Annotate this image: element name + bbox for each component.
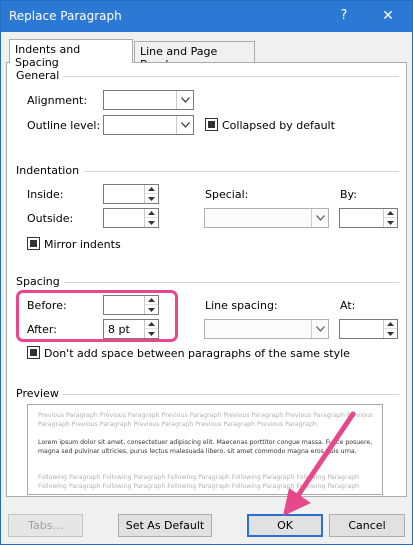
mirror-indents-checkbox[interactable] [27, 237, 40, 250]
spacing-divider [64, 282, 399, 283]
preview-following-paragraph: Following Paragraph Following Paragraph … [38, 474, 360, 490]
preview-sample-paragraph: Lorem ipsum dolor sit amet, consectetuer… [38, 439, 373, 455]
spin-down-icon[interactable] [145, 194, 158, 203]
indentation-heading: Indentation [16, 164, 80, 177]
indeterminate-mark [30, 240, 37, 247]
outside-spinner[interactable] [103, 208, 159, 228]
chevron-down-icon[interactable] [311, 320, 328, 338]
collapsed-by-default-label: Collapsed by default [222, 119, 335, 132]
spin-up-icon[interactable] [384, 320, 397, 329]
by-spinner-buttons [383, 209, 397, 227]
cancel-label: Cancel [348, 519, 386, 532]
tabs-button[interactable]: Tabs... [8, 514, 83, 537]
at-spinner-buttons [383, 320, 397, 338]
after-spinner[interactable]: 8 pt [103, 319, 159, 339]
outline-level-select[interactable] [103, 115, 194, 135]
spin-down-icon[interactable] [384, 329, 397, 338]
tabs-button-label: Tabs... [28, 519, 63, 532]
preview-divider [63, 394, 399, 395]
dont-add-space-checkbox[interactable] [27, 346, 40, 359]
spin-up-icon[interactable] [145, 209, 158, 218]
spin-up-icon[interactable] [384, 209, 397, 218]
inside-spinner[interactable] [103, 184, 159, 204]
inside-spinner-buttons [144, 185, 158, 203]
after-spinner-buttons [144, 320, 158, 338]
indentation-divider [84, 171, 399, 172]
preview-heading: Preview [16, 387, 59, 400]
by-spinner[interactable] [339, 208, 398, 228]
by-label: By: [340, 188, 357, 201]
ok-button[interactable]: OK [247, 514, 323, 537]
set-as-default-button[interactable]: Set As Default [118, 514, 212, 537]
indeterminate-mark [208, 121, 215, 128]
before-label: Before: [27, 299, 67, 312]
before-spinner-buttons [144, 296, 158, 314]
preview-box: Previous Paragraph Previous Paragraph Pr… [27, 404, 383, 495]
set-as-default-label: Set As Default [125, 519, 205, 532]
close-button[interactable]: ✕ [378, 6, 398, 26]
collapsed-by-default-checkbox[interactable] [205, 118, 218, 131]
spin-down-icon[interactable] [145, 218, 158, 227]
title-bar[interactable]: Replace Paragraph ? ✕ [1, 1, 412, 32]
alignment-select[interactable] [103, 90, 194, 110]
spin-down-icon[interactable] [145, 329, 158, 338]
dialog-title: Replace Paragraph [9, 9, 122, 23]
inside-label: Inside: [27, 188, 64, 201]
after-label: After: [27, 323, 57, 336]
spin-down-icon[interactable] [384, 218, 397, 227]
spin-up-icon[interactable] [145, 185, 158, 194]
general-divider [63, 76, 399, 77]
spin-down-icon[interactable] [145, 305, 158, 314]
ok-label: OK [277, 519, 293, 532]
cancel-button[interactable]: Cancel [329, 514, 405, 537]
spin-up-icon[interactable] [145, 320, 158, 329]
outline-level-label: Outline level: [27, 119, 101, 132]
tab-indents-and-spacing[interactable]: Indents and Spacing [9, 39, 133, 69]
indeterminate-mark [30, 349, 37, 356]
at-spinner[interactable] [339, 319, 398, 339]
dont-add-space-label: Don't add space between paragraphs of th… [44, 347, 350, 360]
chevron-down-icon[interactable] [311, 209, 328, 227]
after-value[interactable]: 8 pt [108, 323, 130, 336]
before-spinner[interactable] [103, 295, 159, 315]
outside-label: Outside: [27, 212, 74, 225]
at-label: At: [340, 299, 356, 312]
mirror-indents-label: Mirror indents [44, 238, 121, 251]
spacing-heading: Spacing [16, 275, 60, 288]
special-label: Special: [205, 188, 249, 201]
chevron-down-icon[interactable] [176, 116, 193, 134]
preview-previous-paragraph: Previous Paragraph Previous Paragraph Pr… [38, 412, 374, 428]
replace-paragraph-dialog: Replace Paragraph ? ✕ Indents and Spacin… [0, 0, 413, 545]
alignment-label: Alignment: [27, 94, 88, 107]
chevron-down-icon[interactable] [176, 91, 193, 109]
help-button[interactable]: ? [334, 6, 354, 26]
line-spacing-label: Line spacing: [205, 299, 278, 312]
general-heading: General [16, 69, 60, 82]
special-select[interactable] [204, 208, 329, 228]
outside-spinner-buttons [144, 209, 158, 227]
tab-line-and-page-breaks[interactable]: Line and Page Breaks [134, 41, 255, 71]
spin-up-icon[interactable] [145, 296, 158, 305]
line-spacing-select[interactable] [204, 319, 329, 339]
